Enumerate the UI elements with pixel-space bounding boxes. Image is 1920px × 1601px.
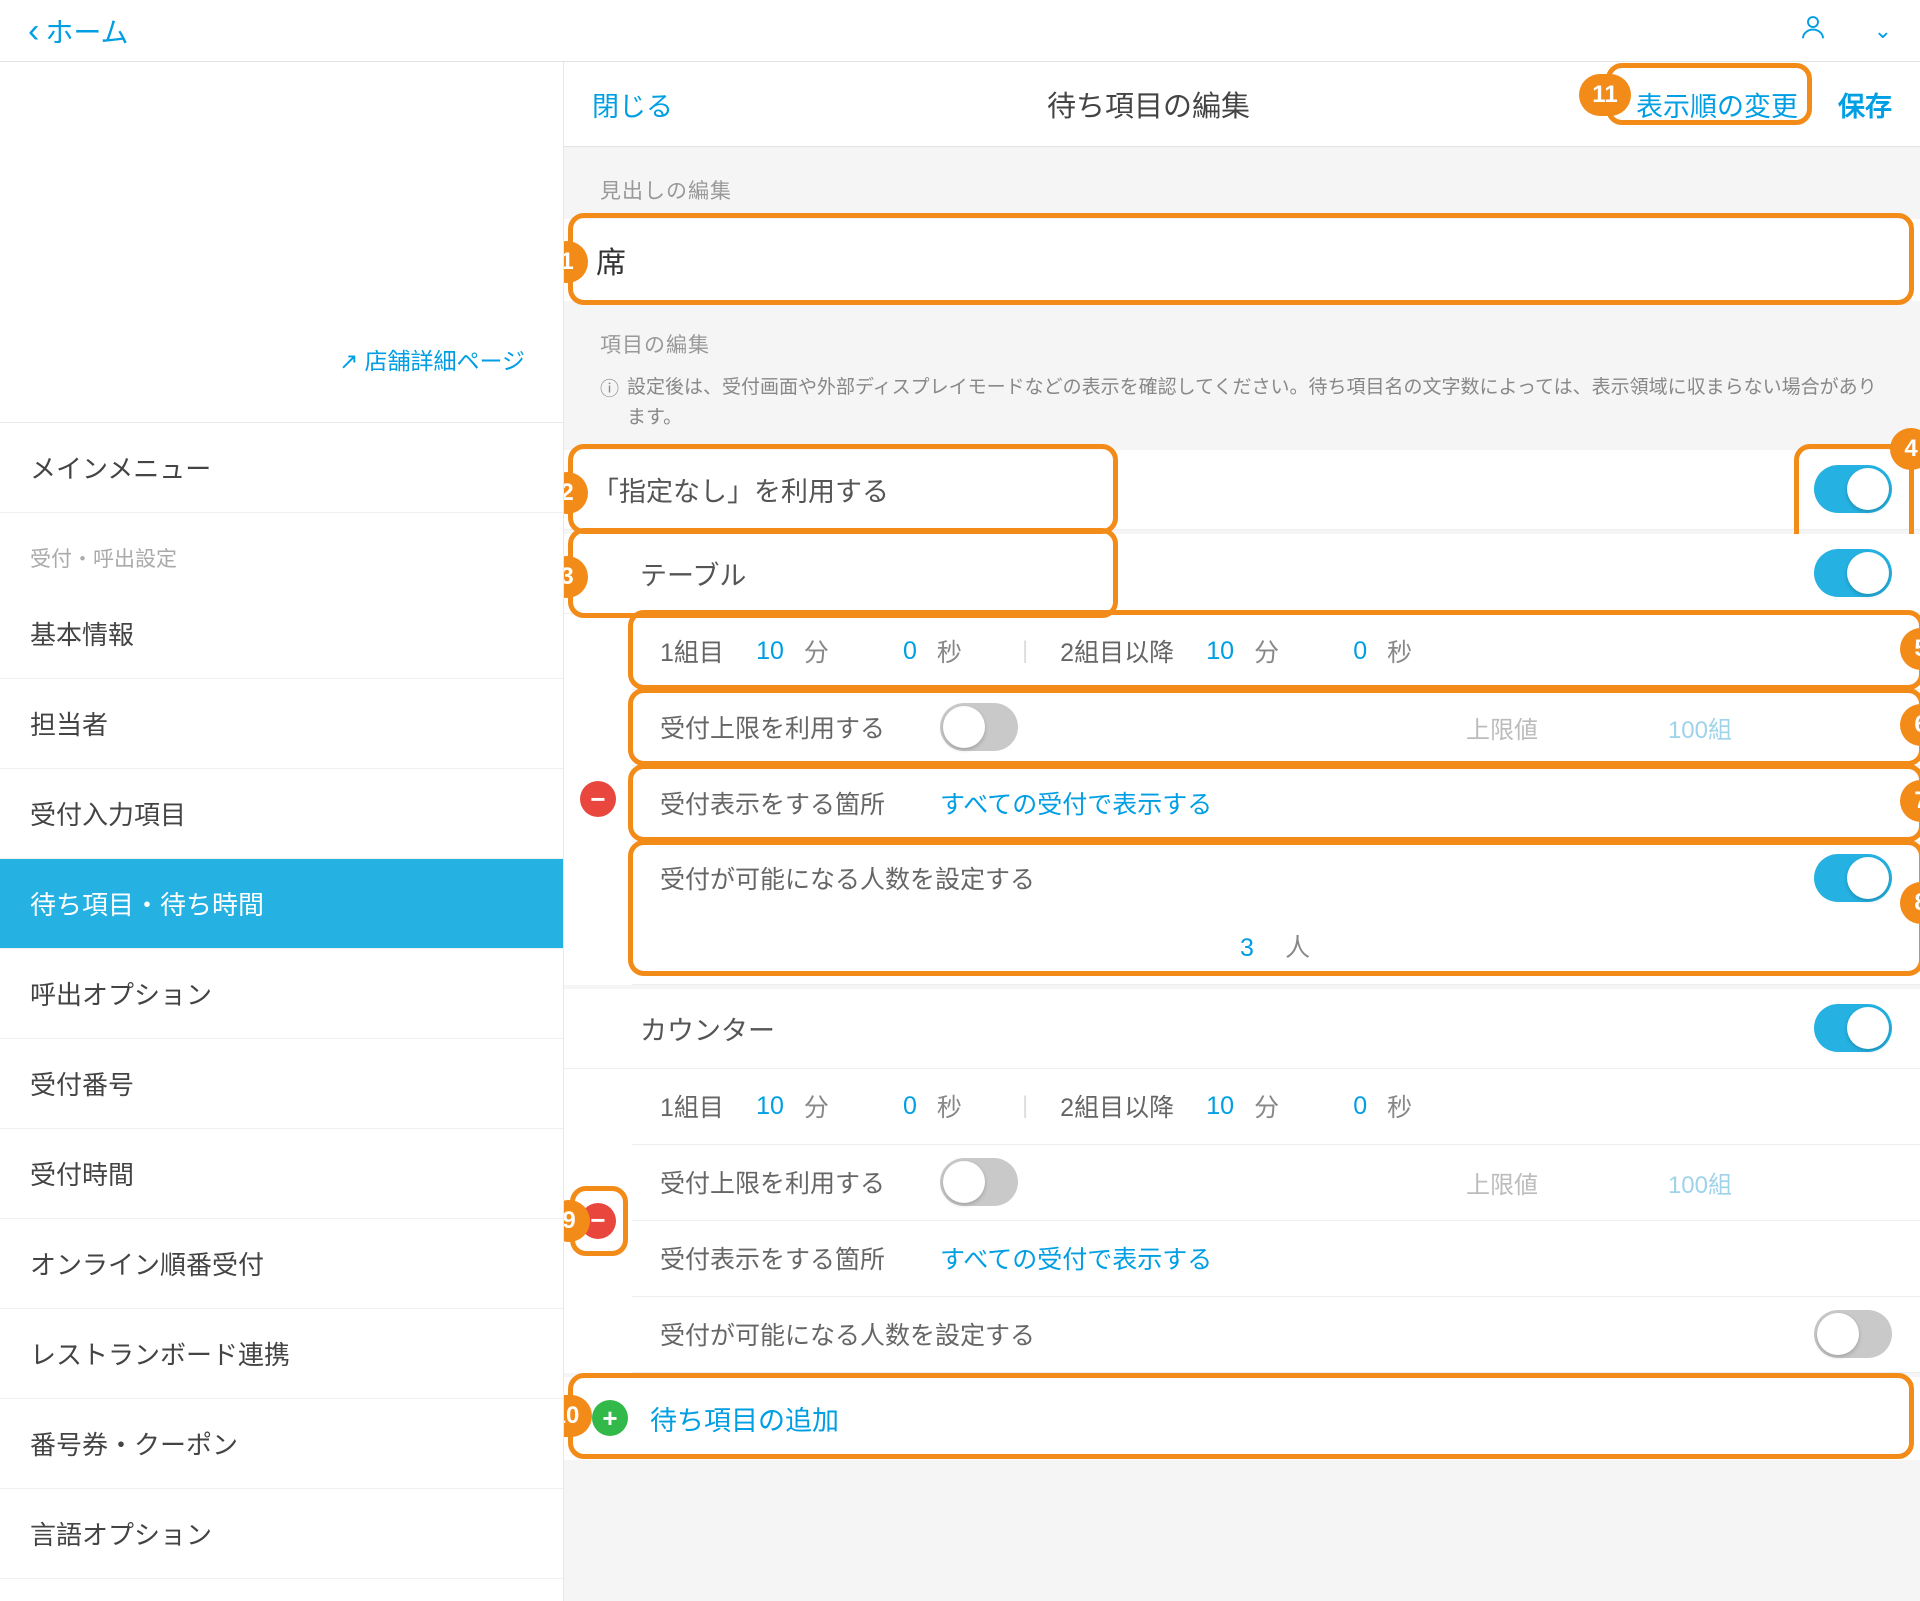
sidebar-item-lang[interactable]: 言語オプション <box>0 1489 563 1579</box>
after-min-input[interactable]: 10 <box>1194 1092 1234 1121</box>
back-label: ホーム <box>45 11 128 51</box>
store-details-link[interactable]: ↗店舗詳細ページ <box>339 348 525 374</box>
limit-toggle[interactable] <box>940 703 1018 751</box>
after-sec-input[interactable]: 0 <box>1327 1092 1367 1121</box>
store-details-link-wrap: ↗店舗詳細ページ <box>0 62 563 422</box>
sidebar-item-call[interactable]: 呼出オプション <box>0 949 563 1039</box>
page-title: 待ち項目の編集 <box>1047 83 1250 125</box>
sidebar-item-wait[interactable]: 待ち項目・待ち時間 <box>0 859 563 949</box>
sidebar-item-basic[interactable]: 基本情報 <box>0 589 563 679</box>
add-item-button[interactable]: + 待ち項目の追加 10 <box>564 1377 1920 1460</box>
use-unspecified-row: 「指定なし」を利用する <box>564 450 1920 530</box>
main-panel: 閉じる 待ち項目の編集 表示順の変更 保存 11 見出しの編集 1 項目の編集 … <box>564 62 1920 1601</box>
use-unspecified-toggle[interactable] <box>1814 465 1892 513</box>
after-sec-input[interactable]: 0 <box>1327 637 1367 666</box>
limit-value[interactable]: 100組 <box>1668 1165 1732 1200</box>
heading-section-label: 見出しの編集 <box>564 147 1920 219</box>
limit-row: 受付上限を利用する 上限値 100組 <box>632 690 1920 766</box>
main-header: 閉じる 待ち項目の編集 表示順の変更 保存 11 <box>564 62 1920 147</box>
sidebar-section-label: 受付・呼出設定 <box>0 513 563 589</box>
info-icon: ⓘ <box>600 375 619 405</box>
items-info: ⓘ 設定後は、受付画面や外部ディスプレイモードなどの表示を確認してください。待ち… <box>564 373 1920 450</box>
capacity-value-input[interactable]: 3 <box>1214 934 1254 963</box>
heading-input[interactable] <box>564 219 1920 301</box>
item-name-label: カウンター <box>592 1009 1814 1048</box>
sort-change-button[interactable]: 表示順の変更 <box>1624 79 1810 130</box>
save-button[interactable]: 保存 <box>1838 85 1892 124</box>
annotation-10: 10 <box>564 1395 592 1437</box>
capacity-row: 受付が可能になる人数を設定する 3 人 <box>632 842 1920 985</box>
close-button[interactable]: 閉じる <box>592 85 673 124</box>
first-sec-input[interactable]: 0 <box>877 637 917 666</box>
item-name-label: テーブル <box>592 554 1814 593</box>
sidebar-item-online[interactable]: オンライン順番受付 <box>0 1219 563 1309</box>
user-icon[interactable] <box>1798 12 1828 50</box>
item-enable-toggle[interactable] <box>1814 549 1892 597</box>
sidebar-item-input[interactable]: 受付入力項目 <box>0 769 563 859</box>
first-min-input[interactable]: 10 <box>744 637 784 666</box>
sidebar: ↗店舗詳細ページ メインメニュー 受付・呼出設定 基本情報 担当者 受付入力項目… <box>0 62 564 1601</box>
item-row-table: テーブル <box>564 534 1920 614</box>
topbar-right: ⌄ <box>1798 12 1892 50</box>
display-where-row[interactable]: 受付表示をする箇所 すべての受付で表示する <box>632 766 1920 842</box>
time-row: 1組目 10 分 0 秒 | 2組目以降 10 分 0 秒 <box>632 1069 1920 1145</box>
limit-placeholder: 上限値 <box>1466 710 1538 745</box>
sidebar-main-menu[interactable]: メインメニュー <box>0 423 563 513</box>
sidebar-item-number[interactable]: 受付番号 <box>0 1039 563 1129</box>
limit-row: 受付上限を利用する 上限値 100組 <box>632 1145 1920 1221</box>
first-sec-input[interactable]: 0 <box>877 1092 917 1121</box>
chevron-down-icon[interactable]: ⌄ <box>1874 18 1892 44</box>
capacity-toggle[interactable] <box>1814 854 1892 902</box>
item-row-counter: カウンター <box>564 989 1920 1069</box>
capacity-toggle[interactable] <box>1814 1310 1892 1358</box>
item-enable-toggle[interactable] <box>1814 1004 1892 1052</box>
chevron-left-icon: ‹ <box>28 14 39 48</box>
sidebar-item-ticket[interactable]: 番号券・クーポン <box>0 1399 563 1489</box>
external-link-icon: ↗ <box>339 348 358 375</box>
after-min-input[interactable]: 10 <box>1194 637 1234 666</box>
limit-value[interactable]: 100組 <box>1668 710 1732 745</box>
sidebar-item-restaurant[interactable]: レストランボード連携 <box>0 1309 563 1399</box>
plus-icon: + <box>592 1400 628 1436</box>
display-where-row[interactable]: 受付表示をする箇所 すべての受付で表示する <box>632 1221 1920 1297</box>
time-row: 1組目 10 分 0 秒 | 2組目以降 10 分 0 秒 <box>632 614 1920 690</box>
back-button[interactable]: ‹ ホーム <box>28 11 129 51</box>
capacity-row-off: 受付が可能になる人数を設定する <box>632 1297 1920 1373</box>
limit-toggle[interactable] <box>940 1158 1018 1206</box>
display-where-value[interactable]: すべての受付で表示する <box>940 785 1212 821</box>
items-section-label: 項目の編集 <box>564 301 1920 373</box>
use-unspecified-label: 「指定なし」を利用する <box>592 470 1814 509</box>
sidebar-item-staff[interactable]: 担当者 <box>0 679 563 769</box>
first-min-input[interactable]: 10 <box>744 1092 784 1121</box>
remove-item-button[interactable]: − <box>580 1203 616 1239</box>
sidebar-item-time[interactable]: 受付時間 <box>0 1129 563 1219</box>
remove-item-button[interactable]: − <box>580 781 616 817</box>
top-bar: ‹ ホーム ⌄ <box>0 0 1920 62</box>
